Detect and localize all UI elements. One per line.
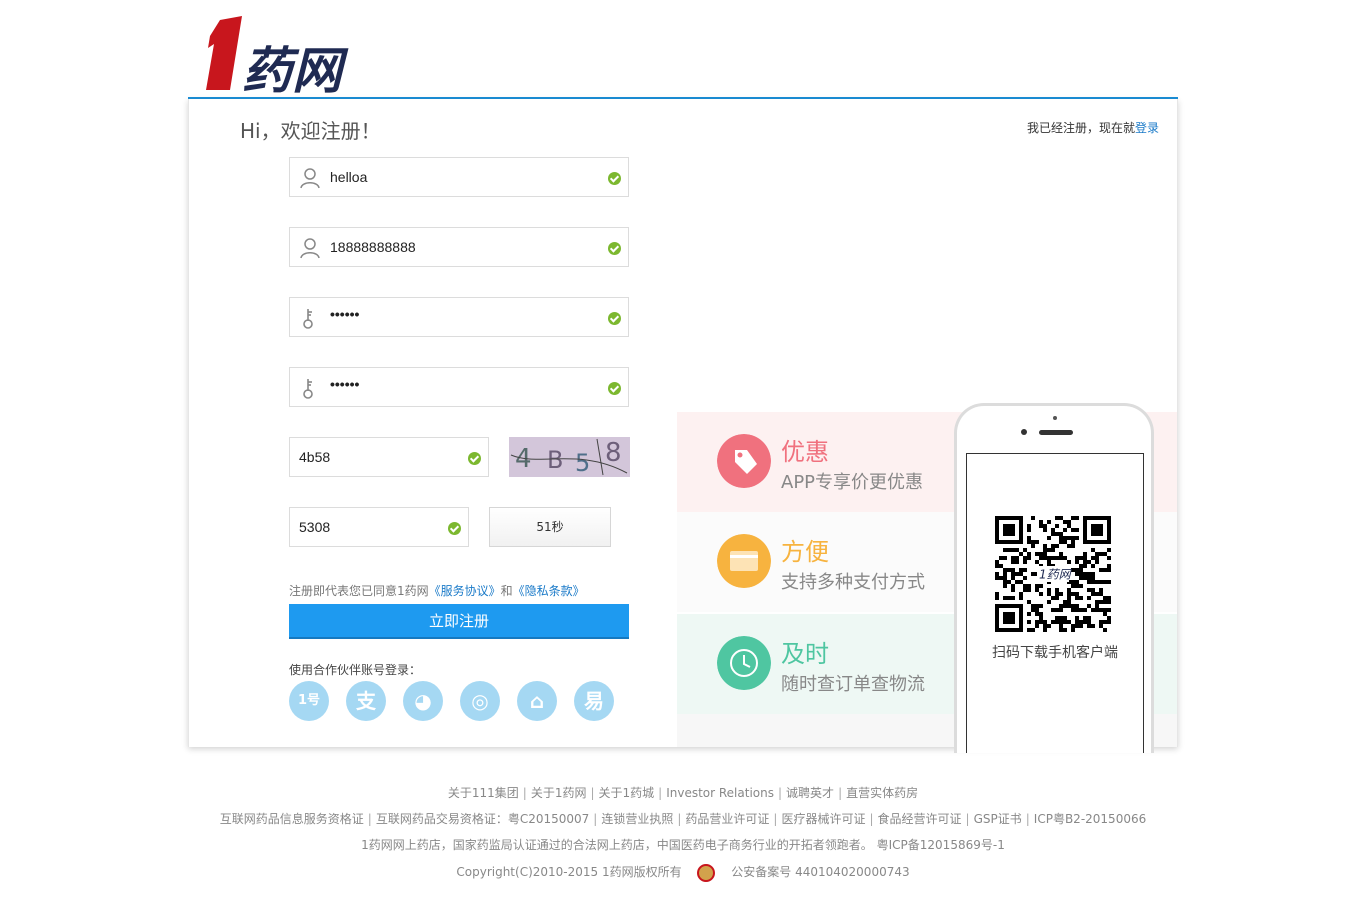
footer-link[interactable]: 诚聘英才 bbox=[786, 786, 834, 800]
footer-links-row2: 互联网药品信息服务资格证 | 互联网药品交易资格证：粤C20150007 | 连锁营业执… bbox=[0, 810, 1366, 827]
footer-link[interactable]: 直营实体药房 bbox=[846, 786, 918, 800]
login-link[interactable]: 登录 bbox=[1135, 121, 1159, 135]
confirm-password-value: •••••• bbox=[330, 376, 360, 392]
password-value: •••••• bbox=[330, 306, 360, 322]
welcome-title: Hi，欢迎注册！ bbox=[240, 119, 381, 143]
captcha-value: 4b58 bbox=[299, 449, 331, 465]
clock-icon bbox=[717, 636, 771, 690]
license-link[interactable]: 食品经营许可证 bbox=[878, 812, 962, 826]
phone-camera bbox=[1021, 429, 1027, 435]
valid-check-icon bbox=[468, 452, 481, 465]
username-field[interactable]: helloa bbox=[289, 157, 629, 197]
footer-link[interactable]: 关于1药网 bbox=[531, 786, 587, 800]
qr-code[interactable]: 1药网 bbox=[995, 516, 1111, 632]
login-hint: 我已经注册，现在就登录 bbox=[1027, 119, 1159, 136]
footer-separator: | bbox=[677, 812, 682, 826]
partner-login-label: 使用合作伙伴账号登录： bbox=[289, 663, 422, 677]
card-icon bbox=[717, 534, 771, 588]
footer-separator: | bbox=[778, 786, 783, 800]
phone-field[interactable]: 18888888888 bbox=[289, 227, 629, 267]
promo-subtitle: 支持多种支付方式 bbox=[781, 572, 925, 593]
footer-link[interactable]: 关于111集团 bbox=[448, 786, 519, 800]
promo-title: 优惠 bbox=[781, 438, 829, 466]
service-agreement-link[interactable]: 《服务协议》 bbox=[429, 584, 501, 598]
yhd-login-icon[interactable]: 1号 bbox=[289, 681, 329, 721]
footer-separator: | bbox=[593, 812, 598, 826]
footer-separator: | bbox=[838, 786, 843, 800]
sms-code-input[interactable]: 5308 bbox=[289, 507, 469, 547]
register-button[interactable]: 立即注册 bbox=[289, 604, 629, 639]
agreement-text: 注册即代表您已同意1药网《服务协议》和《隐私条款》 bbox=[289, 582, 585, 599]
footer-links-row1: 关于111集团 | 关于1药网 | 关于1药城 | Investor Relations | 诚… bbox=[0, 784, 1366, 801]
captcha-image[interactable]: 4 B 5 8 bbox=[509, 437, 630, 477]
copyright-text: Copyright(C)2010-2015 1药网版权所有 bbox=[456, 865, 682, 879]
captcha-char: B bbox=[547, 446, 563, 474]
agree-and: 和 bbox=[500, 584, 513, 598]
scan-download-text: 扫码下载手机客户端 bbox=[992, 645, 1118, 661]
footer-separator: | bbox=[522, 786, 527, 800]
netease-login-icon[interactable]: 易 bbox=[574, 681, 614, 721]
footer-separator: | bbox=[869, 812, 874, 826]
valid-check-icon bbox=[608, 312, 621, 325]
license-link[interactable]: ICP粤B2-20150066 bbox=[1034, 812, 1146, 826]
key-icon bbox=[303, 309, 313, 329]
valid-check-icon bbox=[448, 522, 461, 535]
privacy-link[interactable]: 《隐私条款》 bbox=[513, 584, 585, 598]
alipay-login-icon[interactable]: 支 bbox=[346, 681, 386, 721]
promo-subtitle: APP专享价更优惠 bbox=[781, 472, 924, 493]
valid-check-icon bbox=[608, 242, 621, 255]
footer-link[interactable]: Investor Relations bbox=[666, 786, 774, 800]
footer-separator: | bbox=[965, 812, 970, 826]
site-logo[interactable]: 药网 bbox=[204, 14, 374, 94]
valid-check-icon bbox=[608, 382, 621, 395]
svg-text:药网: 药网 bbox=[242, 42, 349, 94]
license-link[interactable]: 互联网药品交易资格证：粤C20150007 bbox=[376, 812, 589, 826]
phone-sensor bbox=[1053, 416, 1057, 420]
qq-login-icon[interactable]: ◕ bbox=[403, 681, 443, 721]
valid-check-icon bbox=[608, 172, 621, 185]
promo-title: 方便 bbox=[781, 538, 829, 566]
footer-separator: | bbox=[773, 812, 778, 826]
footer-separator: | bbox=[590, 786, 595, 800]
footer-separator: | bbox=[1025, 812, 1030, 826]
police-record-text: 公安备案号 440104020000743 bbox=[731, 865, 910, 879]
key-icon bbox=[303, 379, 313, 399]
footer-link[interactable]: 关于1药城 bbox=[599, 786, 655, 800]
login-hint-text: 我已经注册，现在就 bbox=[1026, 121, 1135, 135]
union-login-icon[interactable]: ⌂ bbox=[517, 681, 557, 721]
agree-prefix: 注册即代表您已同意1药网 bbox=[289, 584, 429, 598]
footer-separator: | bbox=[367, 812, 372, 826]
license-link[interactable]: 互联网药品信息服务资格证 bbox=[220, 812, 364, 826]
captcha-char: 5 bbox=[575, 449, 590, 477]
username-value: helloa bbox=[330, 169, 368, 185]
confirm-password-field[interactable]: •••••• bbox=[289, 367, 629, 407]
footer-separator: | bbox=[658, 786, 663, 800]
license-link[interactable]: 连锁营业执照 bbox=[601, 812, 673, 826]
phone-speaker bbox=[1039, 430, 1073, 435]
promo-subtitle: 随时查订单查物流 bbox=[781, 674, 925, 695]
qr-logo-text: 1药网 bbox=[1039, 567, 1073, 581]
phone-mockup: 1药网 扫码下载手机客户端 bbox=[954, 403, 1154, 753]
password-field[interactable]: •••••• bbox=[289, 297, 629, 337]
user-icon bbox=[300, 238, 320, 259]
user-icon bbox=[300, 168, 320, 189]
captcha-char: 8 bbox=[605, 438, 622, 468]
license-link[interactable]: GSP证书 bbox=[974, 812, 1022, 826]
sms-countdown-button[interactable]: 51秒 bbox=[489, 507, 611, 547]
sms-code-value: 5308 bbox=[299, 519, 331, 535]
register-panel: Hi，欢迎注册！ 我已经注册，现在就登录 helloa 18888888888 … bbox=[188, 99, 1178, 753]
promo-title: 及时 bbox=[781, 640, 829, 668]
phone-screen: 1药网 扫码下载手机客户端 bbox=[966, 453, 1144, 753]
license-link[interactable]: 药品营业许可证 bbox=[685, 812, 769, 826]
weibo-login-icon[interactable]: ◎ bbox=[460, 681, 500, 721]
phone-value: 18888888888 bbox=[330, 239, 416, 255]
tag-icon bbox=[717, 434, 771, 488]
footer-copyright-row: Copyright(C)2010-2015 1药网版权所有 公安备案号 4401… bbox=[0, 863, 1366, 882]
captcha-input[interactable]: 4b58 bbox=[289, 437, 489, 477]
police-badge-icon[interactable] bbox=[697, 863, 716, 882]
footer-statement: 1药网网上药店，国家药监局认证通过的合法网上药店，中国医药电子商务行业的开拓者领… bbox=[361, 838, 1005, 852]
license-link[interactable]: 医疗器械许可证 bbox=[781, 812, 865, 826]
